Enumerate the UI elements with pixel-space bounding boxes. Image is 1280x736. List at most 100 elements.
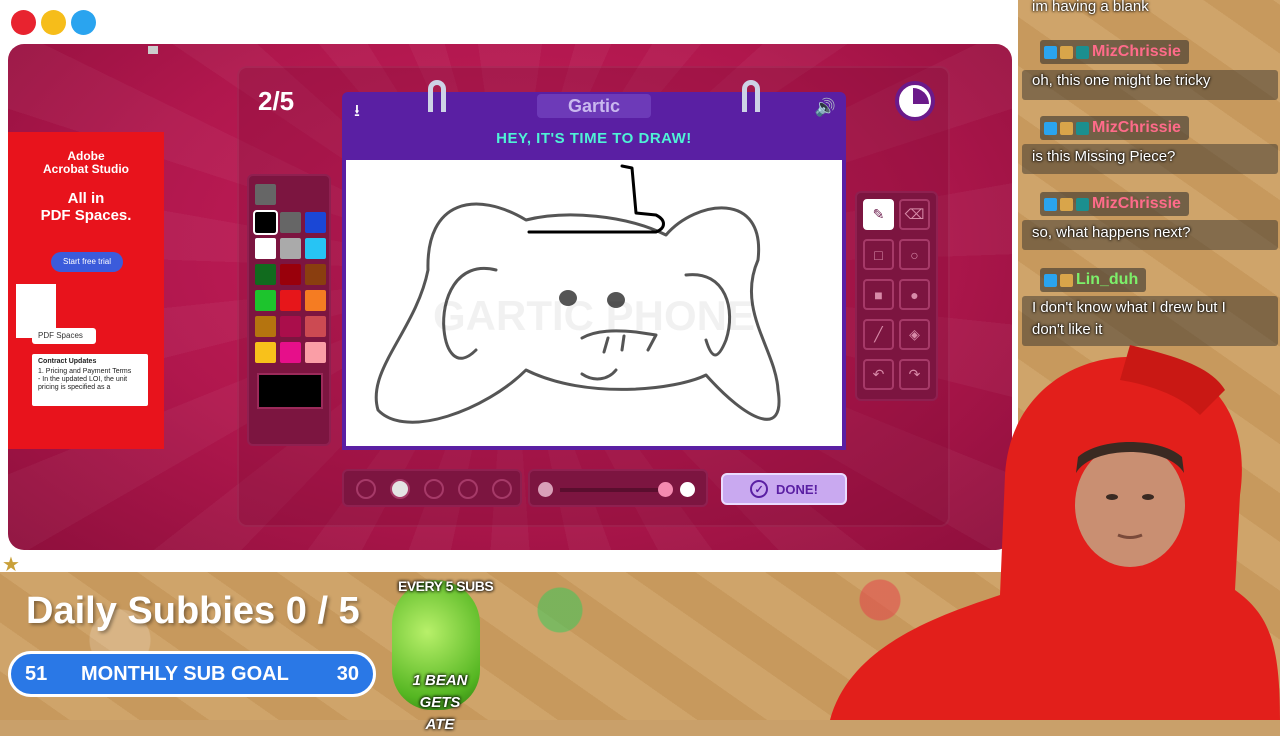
chat-message: I don't know what I drew but I xyxy=(1032,299,1226,316)
opacity-min-icon xyxy=(538,482,553,497)
color-swatch[interactable] xyxy=(305,290,326,311)
daily-subbies: Daily Subbies 0 / 5 xyxy=(26,590,360,632)
color-swatch[interactable] xyxy=(255,342,276,363)
color-swatch[interactable] xyxy=(253,210,278,235)
color-swatch[interactable] xyxy=(305,212,326,233)
color-swatch[interactable] xyxy=(305,238,326,259)
close-window-button[interactable] xyxy=(11,10,36,35)
color-palette xyxy=(247,174,331,446)
ad-cta-button[interactable]: Start free trial xyxy=(51,252,123,272)
opacity-max-icon xyxy=(680,482,695,497)
speaker-icon[interactable]: 🔊 xyxy=(815,98,836,118)
drawing-canvas[interactable]: GARTIC PHONE xyxy=(342,160,846,450)
badge-icon xyxy=(1060,121,1073,135)
done-button[interactable]: ✓ DONE! xyxy=(721,473,847,505)
selected-color-preview xyxy=(257,373,323,409)
rectangle-tool-button[interactable]: □ xyxy=(863,239,894,270)
bean-banner-bottom: 1 BEAN GETS ATE xyxy=(412,672,468,733)
minimize-window-button[interactable] xyxy=(41,10,66,35)
eraser-tool-button[interactable]: ⌫ xyxy=(899,199,930,230)
binder-ring-icon xyxy=(742,80,760,112)
adobe-ad[interactable]: Adobe Acrobat Studio All in PDF Spaces. … xyxy=(8,132,164,449)
brush-size-2[interactable] xyxy=(390,479,410,499)
opacity-slider[interactable] xyxy=(528,469,708,507)
ad-card-title: Contract Updates xyxy=(38,358,97,365)
chat-message: im having a blank xyxy=(1032,0,1149,15)
ad-card: Contract Updates 1. Pricing and Payment … xyxy=(32,354,148,406)
webcam-feed xyxy=(830,345,1280,720)
header-title: HEY, IT'S TIME TO DRAW! xyxy=(496,130,692,147)
color-swatch[interactable] xyxy=(280,212,301,233)
color-swatch[interactable] xyxy=(280,238,301,259)
gartic-logo: Gartic xyxy=(537,94,651,118)
username-text: MizChrissie xyxy=(1092,43,1181,60)
filled-ellipse-tool-button[interactable]: ● xyxy=(899,279,930,310)
check-icon: ✓ xyxy=(750,480,769,498)
current-color-indicator xyxy=(255,184,276,205)
stroke-chin xyxy=(580,368,618,381)
stroke-hat xyxy=(527,164,665,234)
brush-size-4[interactable] xyxy=(458,479,478,499)
ellipse-tool-button[interactable]: ○ xyxy=(899,239,930,270)
drawing-svg: GARTIC PHONE xyxy=(374,164,781,424)
color-swatch[interactable] xyxy=(280,342,301,363)
done-label: DONE! xyxy=(776,481,818,497)
drawing-header: Gartic ⭳ 🔊 HEY, IT'S TIME TO DRAW! xyxy=(342,80,846,160)
username-text: MizChrissie xyxy=(1092,195,1181,212)
badge-icon xyxy=(1044,121,1057,135)
goal-label: MONTHLY SUB GOAL xyxy=(81,663,289,685)
ad-card-line: 1. Pricing and Payment Terms xyxy=(38,368,132,375)
chat-username: MizChrissie xyxy=(1040,40,1189,64)
opacity-track[interactable] xyxy=(560,488,670,492)
brush-size-1[interactable] xyxy=(356,479,376,499)
badge-icon xyxy=(1060,45,1073,59)
pen-tool-button[interactable]: ✎ xyxy=(863,199,894,230)
opacity-handle[interactable] xyxy=(658,482,673,497)
color-swatch[interactable] xyxy=(280,290,301,311)
round-counter: 2/5 xyxy=(258,86,295,116)
color-swatch[interactable] xyxy=(305,342,326,363)
brush-size-5[interactable] xyxy=(492,479,512,499)
goal-target: 30 xyxy=(336,663,359,685)
badge-icon xyxy=(1076,45,1089,59)
ad-pill: PDF Spaces xyxy=(32,328,96,344)
bean-banner-top: EVERY 5 SUBS xyxy=(398,578,494,594)
binder-ring-icon xyxy=(428,80,446,112)
chat-username: Lin_duh xyxy=(1040,268,1147,292)
chat-message: don't like it xyxy=(1032,321,1103,338)
color-swatch[interactable] xyxy=(255,290,276,311)
color-swatch[interactable] xyxy=(255,316,276,337)
color-swatch[interactable] xyxy=(280,264,301,285)
chat-message: is this Missing Piece? xyxy=(1032,148,1176,165)
download-icon[interactable]: ⭳ xyxy=(354,98,360,127)
star-icon: ★ xyxy=(2,554,20,576)
ad-choices-icon[interactable] xyxy=(148,46,158,54)
chat-username: MizChrissie xyxy=(1040,192,1189,216)
badge-icon xyxy=(1044,197,1057,211)
ad-card-line: pricing is specified as a xyxy=(38,384,111,391)
goal-current: 51 xyxy=(25,663,48,685)
chat-message: oh, this one might be tricky xyxy=(1032,72,1211,89)
timer-icon xyxy=(895,81,935,121)
chat-username: MizChrissie xyxy=(1040,116,1189,140)
color-swatch[interactable] xyxy=(255,238,276,259)
ad-headline: All in PDF Spaces. xyxy=(40,190,132,224)
ad-card-line: - In the updated LOI, the unit xyxy=(38,376,128,383)
color-swatch[interactable] xyxy=(305,316,326,337)
badge-icon xyxy=(1060,273,1073,287)
badge-icon xyxy=(1060,197,1073,211)
filled-rectangle-tool-button[interactable]: ■ xyxy=(863,279,894,310)
badge-icon xyxy=(1044,45,1057,59)
brush-size-3[interactable] xyxy=(424,479,444,499)
monthly-sub-goal-bar: 51 MONTHLY SUB GOAL 30 xyxy=(8,651,376,697)
color-swatch[interactable] xyxy=(305,264,326,285)
badge-icon xyxy=(1076,197,1089,211)
chat-message: so, what happens next? xyxy=(1032,224,1191,241)
ad-brand: Adobe Acrobat Studio xyxy=(43,149,129,176)
maximize-window-button[interactable] xyxy=(71,10,96,35)
watermark-text: GARTIC PHONE xyxy=(433,292,755,339)
color-swatch[interactable] xyxy=(280,316,301,337)
badge-icon xyxy=(1076,121,1089,135)
color-swatch[interactable] xyxy=(255,264,276,285)
badge-icon xyxy=(1044,273,1057,287)
